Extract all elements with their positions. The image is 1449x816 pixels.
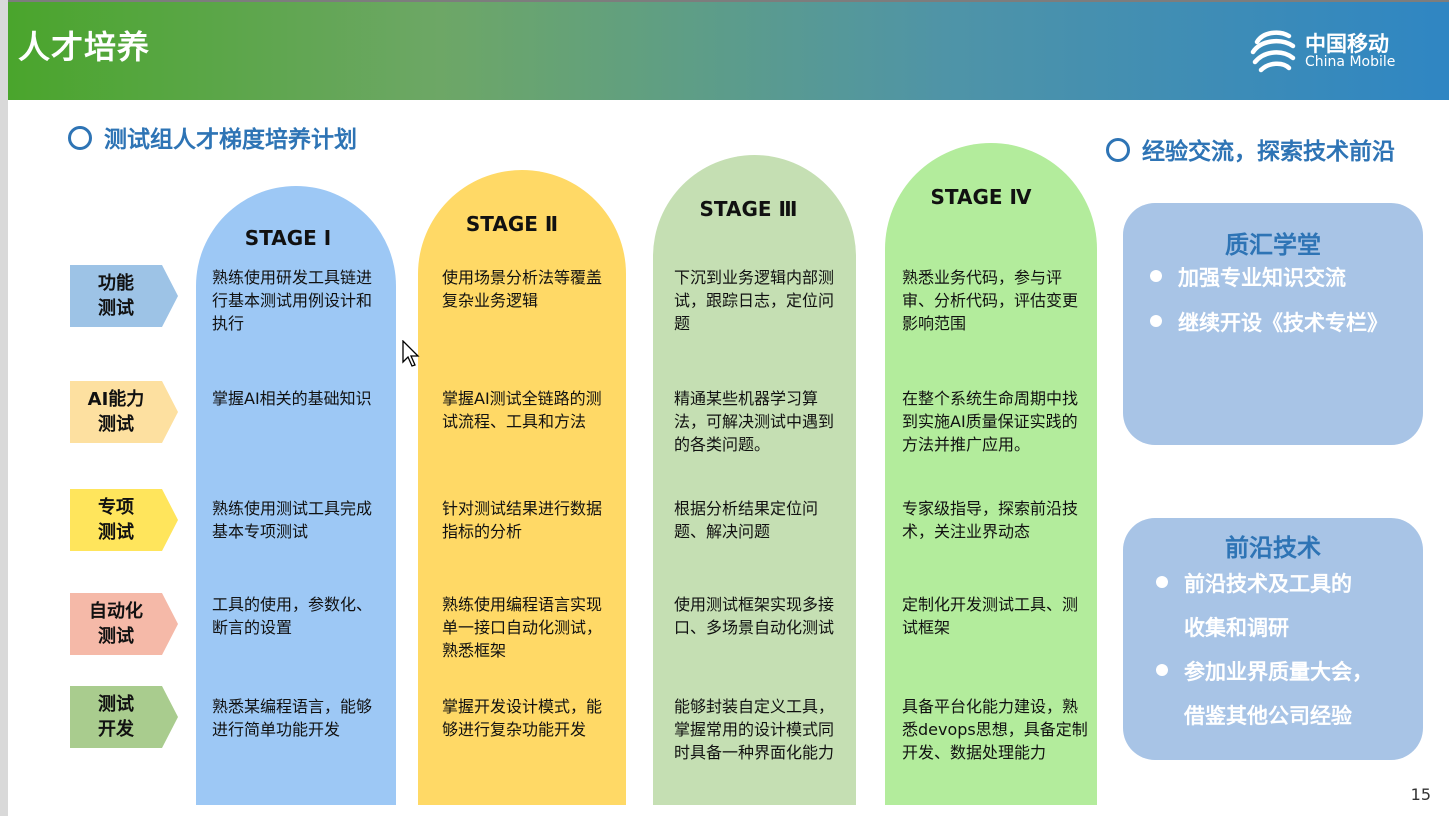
stage-cell: 工具的使用，参数化、断言的设置 bbox=[212, 595, 373, 637]
stage-cell: 熟练使用研发工具链进行基本测试用例设计和执行 bbox=[212, 268, 373, 333]
stage-cell: 针对测试结果进行数据指标的分析 bbox=[442, 499, 603, 541]
stage-cell: 使用测试框架实现多接口、多场景自动化测试 bbox=[674, 595, 835, 637]
stage-cell: 熟悉业务代码，参与评审、分析代码，评估变更影响范围 bbox=[902, 268, 1079, 333]
row-label-text: AI能力 测试 bbox=[87, 389, 145, 435]
bullet-dot-icon bbox=[1156, 664, 1168, 676]
row-label: 测试 开发 bbox=[70, 686, 162, 748]
side-panel-bullet-text: 前沿技术及工具的 bbox=[1184, 572, 1352, 596]
row-label-arrow: 测试 开发 bbox=[70, 686, 178, 748]
stage-cell: 在整个系统生命周期中找到实施AI质量保证实践的方法并推广应用。 bbox=[902, 389, 1079, 454]
right-section-title: 经验交流，探索技术前沿 bbox=[1142, 139, 1395, 165]
circle-bullet-icon bbox=[1106, 138, 1130, 162]
row-label: 自动化 测试 bbox=[70, 593, 162, 655]
circle-bullet-icon bbox=[68, 126, 92, 150]
stage-cell: 掌握AI测试全链路的测试流程、工具和方法 bbox=[442, 389, 602, 431]
row-label-arrow: 自动化 测试 bbox=[70, 593, 178, 655]
window-left-border bbox=[0, 0, 8, 816]
china-mobile-logo-icon bbox=[1250, 30, 1296, 73]
stage-cell: 定制化开发测试工具、测试框架 bbox=[902, 595, 1079, 637]
china-mobile-logo: 中国移动 China Mobile bbox=[1249, 26, 1419, 80]
row-label-text: 测试 开发 bbox=[98, 694, 134, 740]
side-panel-title: 前沿技术 bbox=[1225, 534, 1321, 562]
side-panel-bullet: 参加业界质量大会， bbox=[1156, 656, 1373, 686]
stage-cell: 熟悉某编程语言，能够进行简单功能开发 bbox=[212, 697, 373, 739]
left-section-heading: 测试组人才梯度培养计划 bbox=[68, 120, 357, 154]
stage-cell: 掌握AI相关的基础知识 bbox=[212, 389, 372, 408]
bullet-dot-icon bbox=[1150, 315, 1162, 327]
stage-cell: 专家级指导，探索前沿技术，关注业界动态 bbox=[902, 499, 1079, 541]
stage-cell: 掌握开发设计模式，能够进行复杂功能开发 bbox=[442, 697, 603, 739]
row-label-text: 功能 测试 bbox=[98, 273, 134, 319]
row-label-arrow: 功能 测试 bbox=[70, 265, 178, 327]
row-label-arrow: AI能力 测试 bbox=[70, 381, 178, 443]
bullet-dot-icon bbox=[1156, 576, 1168, 588]
mouse-cursor-icon bbox=[402, 339, 420, 372]
side-panel-bullet: 继续开设《技术专栏》 bbox=[1150, 307, 1388, 337]
stage-cell: 根据分析结果定位问题、解决问题 bbox=[674, 499, 819, 541]
stage-cell: 精通某些机器学习算法，可解决测试中遇到的各类问题。 bbox=[674, 389, 835, 454]
side-panel-bullet-text: 借鉴其他公司经验 bbox=[1184, 704, 1352, 728]
stage-cell: 具备平台化能力建设，熟悉devops思想，具备定制开发、数据处理能力 bbox=[902, 697, 1088, 762]
side-panel-title: 质汇学堂 bbox=[1225, 231, 1321, 259]
slide-title: 人才培养 bbox=[18, 28, 151, 66]
row-label: AI能力 测试 bbox=[70, 381, 162, 443]
side-panel-bullet-text: 继续开设《技术专栏》 bbox=[1178, 311, 1388, 335]
stage-cell: 下沉到业务逻辑内部测试，跟踪日志，定位问题 bbox=[674, 268, 835, 333]
side-panel-bullet: 前沿技术及工具的 bbox=[1156, 568, 1352, 598]
stage-cell: 能够封装自定义工具，掌握常用的设计模式同时具备一种界面化能力 bbox=[674, 697, 835, 762]
row-label: 专项 测试 bbox=[70, 489, 162, 551]
side-panel-bullet-text: 收集和调研 bbox=[1184, 616, 1289, 640]
stage-title: STAGE Ⅳ bbox=[930, 185, 1032, 209]
side-panel-bullet-text: 加强专业知识交流 bbox=[1178, 266, 1346, 290]
slide-header: 人才培养 中国移动 China Mobile bbox=[8, 2, 1449, 100]
left-section-title: 测试组人才梯度培养计划 bbox=[104, 127, 357, 153]
row-label-text: 专项 测试 bbox=[98, 497, 134, 543]
side-panel-bullet: 加强专业知识交流 bbox=[1150, 262, 1346, 292]
stage-cell: 熟练使用测试工具完成基本专项测试 bbox=[212, 499, 373, 541]
right-section-heading: 经验交流，探索技术前沿 bbox=[1106, 132, 1395, 166]
stage-cell: 使用场景分析法等覆盖复杂业务逻辑 bbox=[442, 268, 603, 310]
logo-english-text: China Mobile bbox=[1305, 54, 1396, 70]
row-label-text: 自动化 测试 bbox=[89, 601, 143, 647]
side-panel-bullet-text: 参加业界质量大会， bbox=[1184, 660, 1373, 684]
stage-title: STAGE Ⅰ bbox=[244, 226, 332, 250]
page-number: 15 bbox=[1410, 785, 1431, 804]
side-panel-bullet: 借鉴其他公司经验 bbox=[1184, 700, 1352, 730]
row-label-arrow: 专项 测试 bbox=[70, 489, 178, 551]
stage-cell: 熟练使用编程语言实现单一接口自动化测试，熟悉框架 bbox=[442, 595, 603, 660]
stage-title: STAGE Ⅲ bbox=[699, 197, 798, 221]
bullet-dot-icon bbox=[1150, 270, 1162, 282]
row-label: 功能 测试 bbox=[70, 265, 162, 327]
stage-title: STAGE Ⅱ bbox=[465, 212, 559, 236]
side-panel-bullet: 收集和调研 bbox=[1184, 612, 1289, 642]
